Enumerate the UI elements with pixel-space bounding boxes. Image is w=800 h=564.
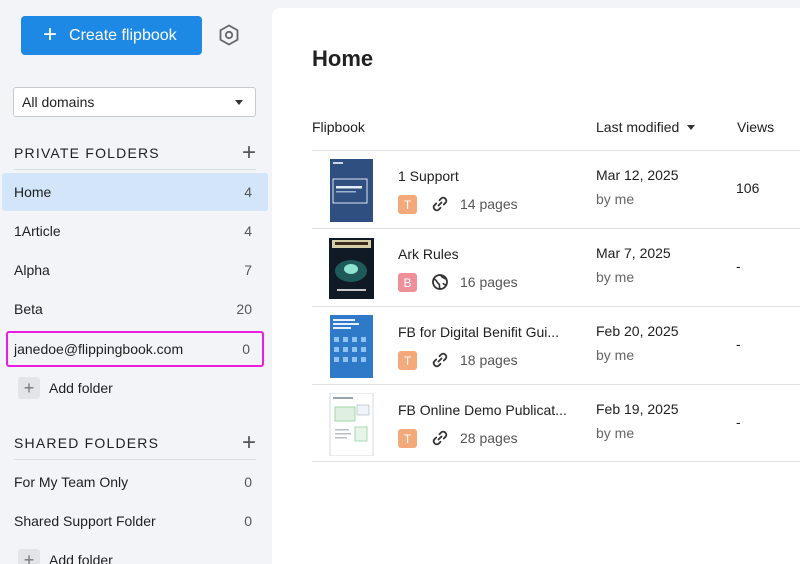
- folder-count: 20: [236, 301, 252, 317]
- folder-item-for-my-team-only[interactable]: For My Team Only 0: [2, 463, 268, 501]
- chevron-down-icon: [235, 100, 243, 105]
- views-count: -: [736, 336, 741, 352]
- modified-by: by me: [596, 347, 635, 363]
- modified-date: Feb 19, 2025: [596, 401, 679, 417]
- page-title: Home: [312, 46, 374, 71]
- link-icon: [432, 430, 448, 446]
- add-private-folder-icon[interactable]: +: [242, 141, 256, 165]
- page-count: 14 pages: [460, 196, 518, 212]
- flipbook-thumbnail[interactable]: [329, 159, 374, 222]
- folder-count: 4: [244, 223, 252, 239]
- create-flipbook-button[interactable]: + Create flipbook: [21, 16, 202, 55]
- page-count: 18 pages: [460, 352, 518, 368]
- modified-by: by me: [596, 425, 635, 441]
- last-modified-label: Last modified: [596, 119, 680, 135]
- folder-label: Alpha: [14, 262, 50, 278]
- create-flipbook-label: Create flipbook: [69, 26, 177, 44]
- page-count: 16 pages: [460, 274, 518, 290]
- folder-label: Home: [14, 184, 52, 200]
- shared-folders-header: SHARED FOLDERS +: [14, 431, 256, 455]
- table-row[interactable]: 1 Support T 14 pages Mar 12, 2025 by me …: [312, 150, 800, 228]
- plus-icon: +: [18, 377, 40, 399]
- link-icon: [432, 196, 448, 212]
- settings-icon[interactable]: [218, 24, 240, 46]
- private-folders-header: PRIVATE FOLDERS +: [14, 141, 256, 165]
- owner-badge: T: [398, 351, 417, 370]
- flipbook-title[interactable]: FB Online Demo Publicat...: [398, 402, 567, 418]
- table-row[interactable]: FB Online Demo Publicat... T 28 pages Fe…: [312, 384, 800, 462]
- folder-count: 4: [244, 184, 252, 200]
- divider: [14, 459, 256, 460]
- modified-date: Mar 12, 2025: [596, 167, 679, 183]
- folder-item-beta[interactable]: Beta 20: [2, 290, 268, 328]
- folder-item-home[interactable]: Home 4: [2, 173, 268, 211]
- divider: [14, 169, 256, 170]
- folder-label: 1Article: [14, 223, 61, 239]
- folder-count: 7: [244, 262, 252, 278]
- folder-item-janedoe[interactable]: janedoe@flippingbook.com 0: [6, 331, 264, 367]
- globe-icon: [432, 274, 448, 290]
- domain-select[interactable]: All domains: [13, 87, 256, 117]
- table-row[interactable]: Ark Rules B 16 pages Mar 7, 2025 by me -: [312, 228, 800, 306]
- modified-date: Mar 7, 2025: [596, 245, 671, 261]
- modified-by: by me: [596, 269, 635, 285]
- modified-date: Feb 20, 2025: [596, 323, 679, 339]
- add-private-folder-button[interactable]: + Add folder: [18, 376, 113, 400]
- table-row[interactable]: FB for Digital Benifit Gui... T 18 pages…: [312, 306, 800, 384]
- sidebar: + Create flipbook All domains PRIVATE FO…: [0, 0, 272, 564]
- folder-count: 0: [242, 341, 250, 357]
- flipbook-thumbnail[interactable]: [329, 237, 374, 300]
- folder-count: 0: [244, 513, 252, 529]
- shared-folders-title: SHARED FOLDERS: [14, 435, 160, 451]
- flipbook-title[interactable]: FB for Digital Benifit Gui...: [398, 324, 559, 340]
- link-icon: [432, 352, 448, 368]
- folder-count: 0: [244, 474, 252, 490]
- column-header-flipbook: Flipbook: [312, 119, 365, 135]
- flipbook-title[interactable]: Ark Rules: [398, 246, 459, 262]
- folder-label: Beta: [14, 301, 43, 317]
- flipbook-thumbnail[interactable]: [329, 393, 374, 456]
- private-folders-title: PRIVATE FOLDERS: [14, 145, 160, 161]
- folder-item-shared-support-folder[interactable]: Shared Support Folder 0: [2, 502, 268, 540]
- folder-label: janedoe@flippingbook.com: [14, 341, 184, 357]
- views-count: -: [736, 414, 741, 430]
- domain-select-value: All domains: [22, 94, 95, 110]
- plus-icon: +: [18, 549, 40, 564]
- folder-label: For My Team Only: [14, 474, 129, 490]
- sort-down-icon: [687, 124, 696, 130]
- views-count: 106: [736, 180, 760, 196]
- folder-label: Shared Support Folder: [14, 513, 156, 529]
- page-count: 28 pages: [460, 430, 518, 446]
- modified-by: by me: [596, 191, 635, 207]
- add-shared-folder-button[interactable]: + Add folder: [18, 548, 113, 564]
- column-header-last-modified[interactable]: Last modified: [596, 119, 696, 135]
- add-folder-label: Add folder: [49, 552, 113, 564]
- add-shared-folder-icon[interactable]: +: [242, 431, 256, 455]
- folder-item-1article[interactable]: 1Article 4: [2, 212, 268, 250]
- views-count: -: [736, 258, 741, 274]
- main-panel: Home Flipbook Last modified Views 1 Supp…: [272, 8, 800, 564]
- owner-badge: T: [398, 195, 417, 214]
- folder-item-alpha[interactable]: Alpha 7: [2, 251, 268, 289]
- plus-icon: +: [43, 20, 58, 48]
- flipbook-title[interactable]: 1 Support: [398, 168, 459, 184]
- column-header-views: Views: [737, 119, 775, 135]
- add-folder-label: Add folder: [49, 380, 113, 396]
- owner-badge: T: [398, 429, 417, 448]
- owner-badge: B: [398, 273, 417, 292]
- flipbook-thumbnail[interactable]: [329, 315, 374, 378]
